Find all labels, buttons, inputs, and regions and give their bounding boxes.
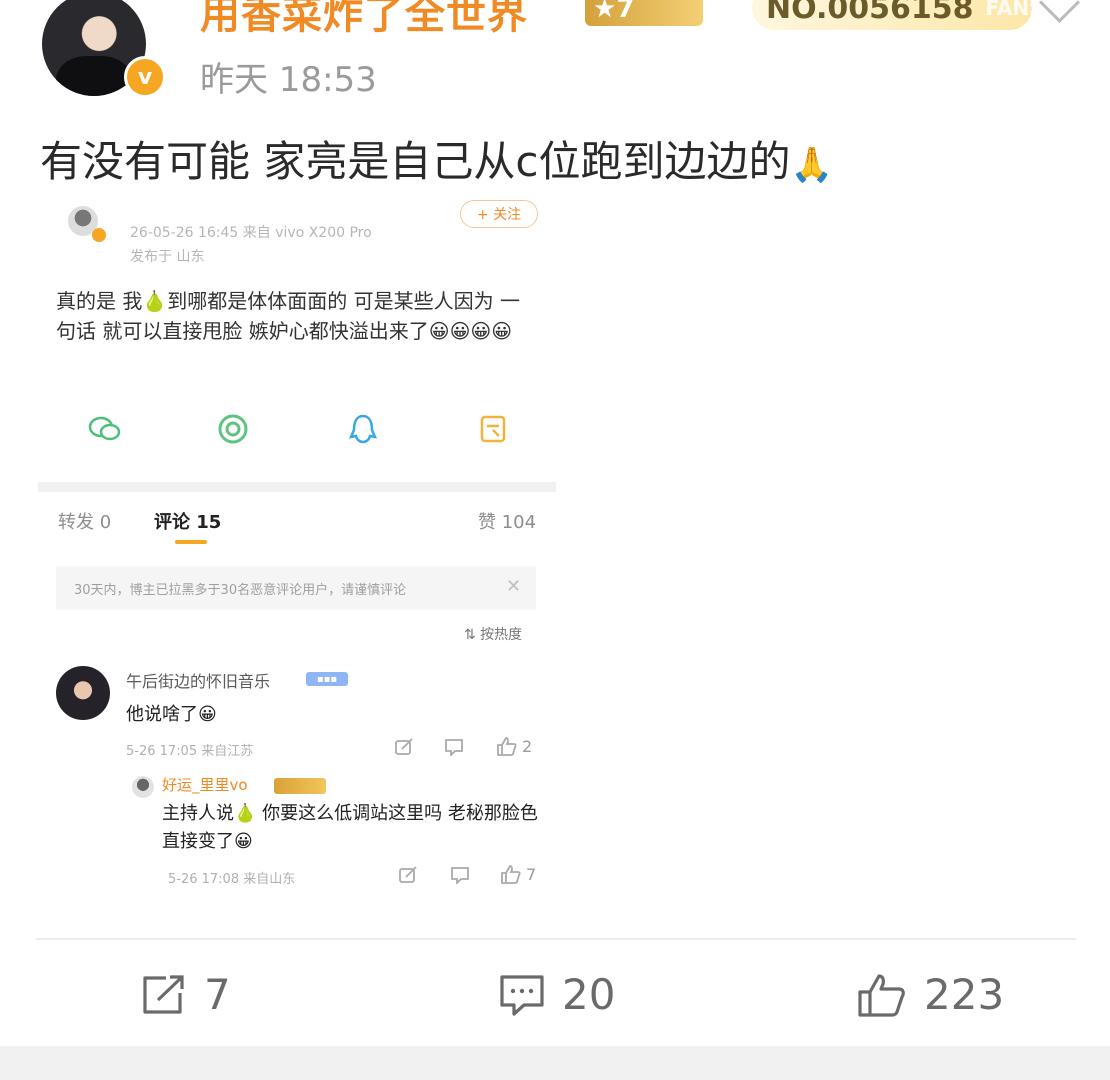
moments-icon <box>214 410 252 448</box>
comment-like-count: 2 <box>522 736 533 756</box>
embed-location: 发布于 山东 <box>130 249 205 265</box>
bottom-divider <box>36 938 1076 940</box>
author-name[interactable]: 用香菜炸了全世界 <box>200 0 528 40</box>
comment-avatar <box>56 666 110 720</box>
like-count: 223 <box>924 970 1005 1019</box>
embed-notice: 30天内，博主已拉黑多于30名恶意评论用户，请谨慎评论 <box>56 566 536 610</box>
post-body-text: 有没有可能 家亮是自己从c位跑到边边的 <box>40 137 791 186</box>
comment-text: 他说啥了😀 <box>126 704 217 725</box>
like-icon <box>858 973 905 1017</box>
wechat-icon <box>86 410 124 448</box>
reply-like: 7 <box>500 864 536 884</box>
embed-tab-repost: 转发 0 <box>58 512 112 533</box>
reply-author: 好运_里里vo <box>162 776 248 794</box>
fans-number: NO.0056158 <box>766 0 974 26</box>
repost-icon <box>394 738 414 760</box>
pray-emoji-icon: 🙏 <box>790 145 833 185</box>
save-image-icon <box>474 410 512 448</box>
embed-follow-button: + 关注 <box>460 200 538 228</box>
verified-badge-icon: v <box>124 56 166 98</box>
repost-button[interactable]: 7 <box>140 970 231 1019</box>
embed-share-row <box>40 410 554 456</box>
comment-button[interactable]: 20 <box>498 970 615 1019</box>
fans-tag: FANS <box>985 0 1044 20</box>
fans-number-badge: NO.0056158 FANS <box>752 0 1043 30</box>
level-badge: ★ 7 <box>585 0 703 26</box>
comment-like: 2 <box>496 736 532 756</box>
embed-meta: 26-05-26 16:45 来自 vivo X200 Pro <box>130 225 372 241</box>
close-icon: ✕ <box>506 576 522 597</box>
post-body: 有没有可能 家亮是自己从c位跑到边边的🙏 <box>40 128 833 189</box>
chevron-down-icon[interactable] <box>1038 0 1081 24</box>
like-icon <box>497 737 517 756</box>
like-icon <box>501 865 521 884</box>
embed-tab-indicator <box>175 540 207 544</box>
level-number: 7 <box>616 0 635 24</box>
comment-icon <box>450 866 470 888</box>
reply-text: 主持人说🍐 你要这么低调站这里吗 老秘那脸色直接变了😀 <box>162 803 538 852</box>
repost-count: 7 <box>204 970 231 1019</box>
reply-avatar <box>132 776 154 798</box>
repost-icon <box>143 974 184 1014</box>
embed-verify-icon <box>92 228 106 242</box>
comment-icon <box>444 738 464 760</box>
bottom-strip <box>0 1046 1110 1080</box>
comment-icon <box>500 974 544 1016</box>
like-button[interactable]: 223 <box>856 970 1004 1019</box>
post-time: 昨天 18:53 <box>200 60 377 100</box>
comment-count: 20 <box>562 970 616 1019</box>
qq-icon <box>344 410 382 448</box>
reply-author-badge <box>274 778 326 794</box>
comment-author-tag: ▪▪▪ <box>306 672 348 686</box>
repost-icon <box>398 866 418 888</box>
embed-divider <box>38 482 556 492</box>
embed-tab-comments: 评论 15 <box>154 512 222 533</box>
embed-tab-likes: 赞 104 <box>478 512 537 533</box>
reply-like-count: 7 <box>526 864 537 884</box>
reply-meta: 5-26 17:08 来自山东 <box>168 872 296 887</box>
embed-post-text: 真的是 我🍐到哪都是体体面面的 可是某些人因为 一句话 就可以直接甩脸 嫉妒心都… <box>56 289 520 343</box>
comment-author: 午后街边的怀旧音乐 <box>126 672 271 691</box>
embed-sort: ⇅ 按热度 <box>464 627 523 643</box>
comment-meta: 5-26 17:05 来自江苏 <box>126 744 254 759</box>
